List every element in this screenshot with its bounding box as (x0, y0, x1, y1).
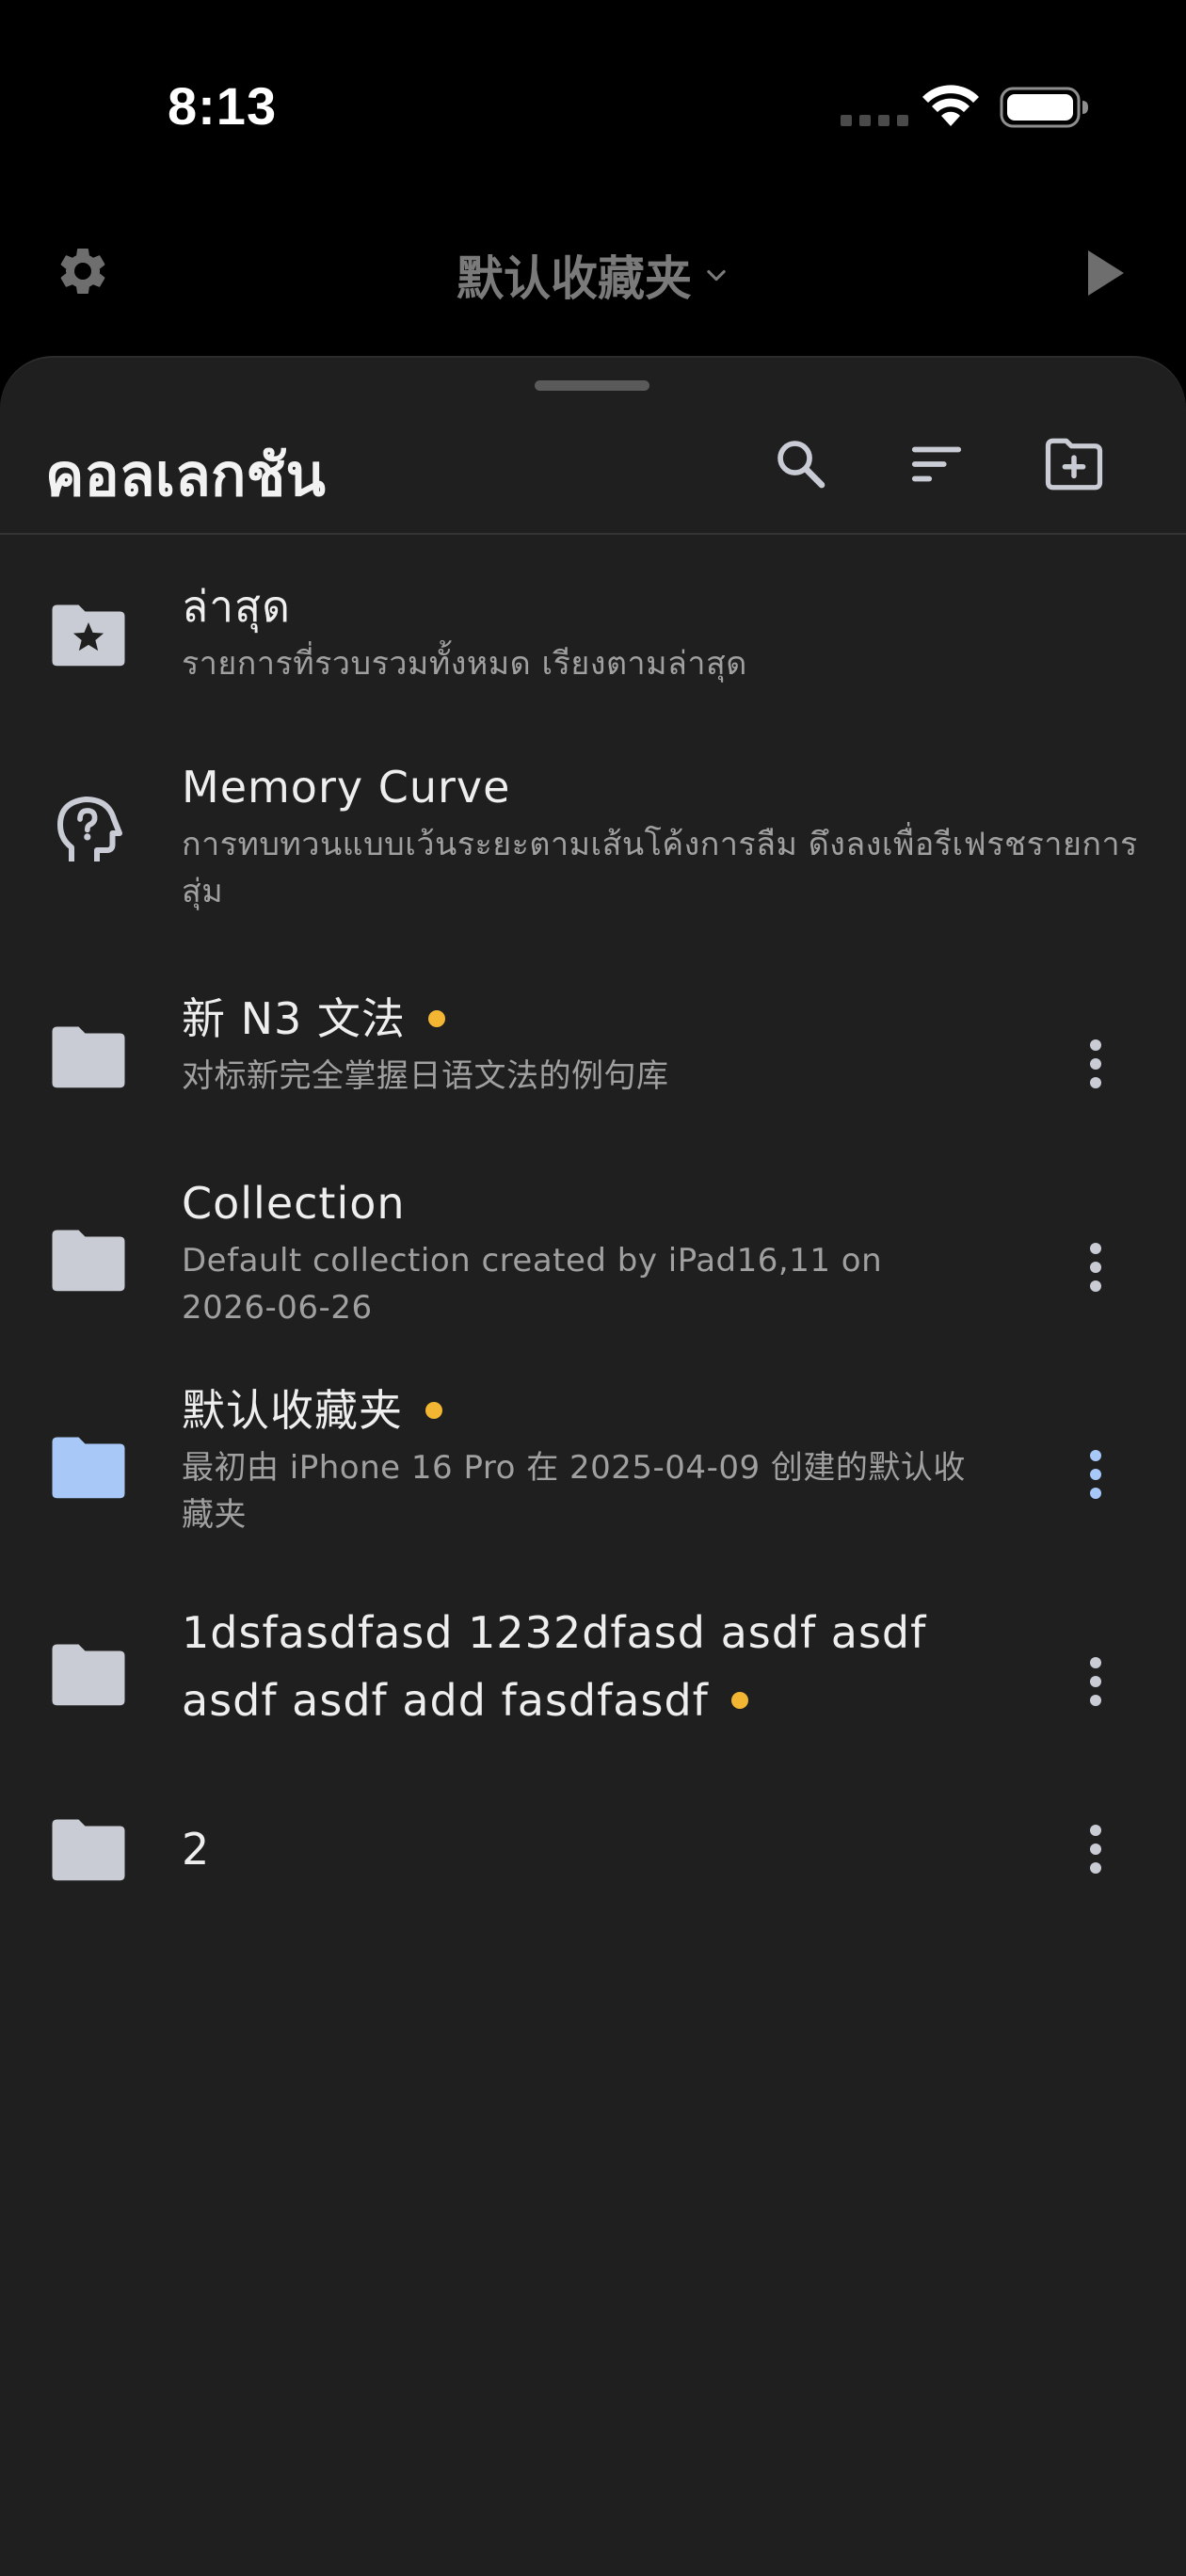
collection-row[interactable]: 1dsfasdfasd 1232dfasd asdf asdf asdf asd… (0, 1599, 1186, 1749)
search-icon[interactable] (772, 435, 830, 493)
collection-subtitle: 对标新完全掌握日语文法的例句库 (182, 1057, 669, 1095)
folder-icon (52, 1437, 125, 1499)
new-folder-icon[interactable] (1043, 435, 1105, 493)
collection-subtitle: Default collection created by iPad16,11 … (182, 1242, 883, 1327)
collection-title: Collection (182, 1178, 406, 1229)
more-vert-icon[interactable] (1082, 1653, 1109, 1710)
battery-icon (1000, 87, 1088, 128)
collection-title: ล่าสุด (182, 581, 291, 632)
sort-icon[interactable] (907, 435, 966, 493)
status-time: 8:13 (168, 76, 278, 136)
folder-icon (52, 1819, 125, 1881)
collection-title: 默认收藏夹 (182, 1385, 403, 1436)
unsynced-badge (427, 1009, 445, 1027)
collection-row-recent[interactable]: ล่าสุด รายการที่รวบรวมทั้งหมด เรียงตามล่… (0, 572, 1186, 723)
unsynced-badge (730, 1691, 748, 1709)
chevron-down-icon (707, 269, 726, 282)
collection-subtitle: รายการที่รวบรวมทั้งหมด เรียงตามล่าสุด (182, 645, 747, 683)
collection-row[interactable]: 2 (0, 1789, 1186, 1902)
sheet-header: คอลเลกชัน (0, 414, 1186, 533)
more-vert-icon[interactable] (1082, 1239, 1109, 1296)
sheet-title: คอลเลกชัน (45, 441, 326, 509)
header-divider (0, 533, 1186, 535)
collection-title: Memory Curve (182, 762, 511, 813)
wifi-icon (922, 85, 979, 126)
collection-title: 2 (182, 1824, 211, 1875)
star-folder-icon (52, 604, 125, 667)
collections-sheet: คอลเลกชัน ล่าสุด รายการที่รวบรวมทั้งหมด … (0, 356, 1186, 2576)
unsynced-badge (425, 1401, 442, 1419)
current-collection-title: 默认收藏夹 (457, 251, 692, 306)
sheet-grabber[interactable] (535, 380, 649, 391)
cellular-signal-icon (841, 115, 908, 126)
collection-title: 新 N3 文法 (182, 993, 406, 1044)
status-bar: 8:13 (0, 0, 1186, 217)
top-bar: 默认收藏夹 (0, 217, 1186, 358)
more-vert-icon[interactable] (1082, 1036, 1109, 1092)
collection-subtitle: การทบทวนแบบเว้นระยะตามเส้นโค้งการลืม ดึง… (182, 826, 1138, 910)
collection-row[interactable]: 新 N3 文法 对标新完全掌握日语文法的例句库 (0, 985, 1186, 1145)
more-vert-icon[interactable] (1082, 1446, 1109, 1503)
folder-icon (52, 1644, 125, 1706)
brain-question-icon (57, 797, 122, 861)
collection-title: 1dsfasdfasd 1232dfasd asdf asdf asdf asd… (182, 1607, 927, 1726)
collection-switcher[interactable]: 默认收藏夹 (0, 241, 1186, 309)
play-icon[interactable] (1082, 247, 1128, 299)
folder-icon (52, 1230, 125, 1292)
more-vert-icon[interactable] (1082, 1821, 1109, 1877)
collection-row[interactable]: Collection Default collection created by… (0, 1169, 1186, 1358)
collection-row-selected[interactable]: 默认收藏夹 最初由 iPhone 16 Pro 在 2025-04-09 创建的… (0, 1377, 1186, 1565)
folder-icon (52, 1026, 125, 1088)
collection-row-memory-curve[interactable]: Memory Curve การทบทวนแบบเว้นระยะตามเส้นโ… (0, 753, 1186, 942)
collection-subtitle: 最初由 iPhone 16 Pro 在 2025-04-09 创建的默认收藏夹 (182, 1449, 966, 1534)
